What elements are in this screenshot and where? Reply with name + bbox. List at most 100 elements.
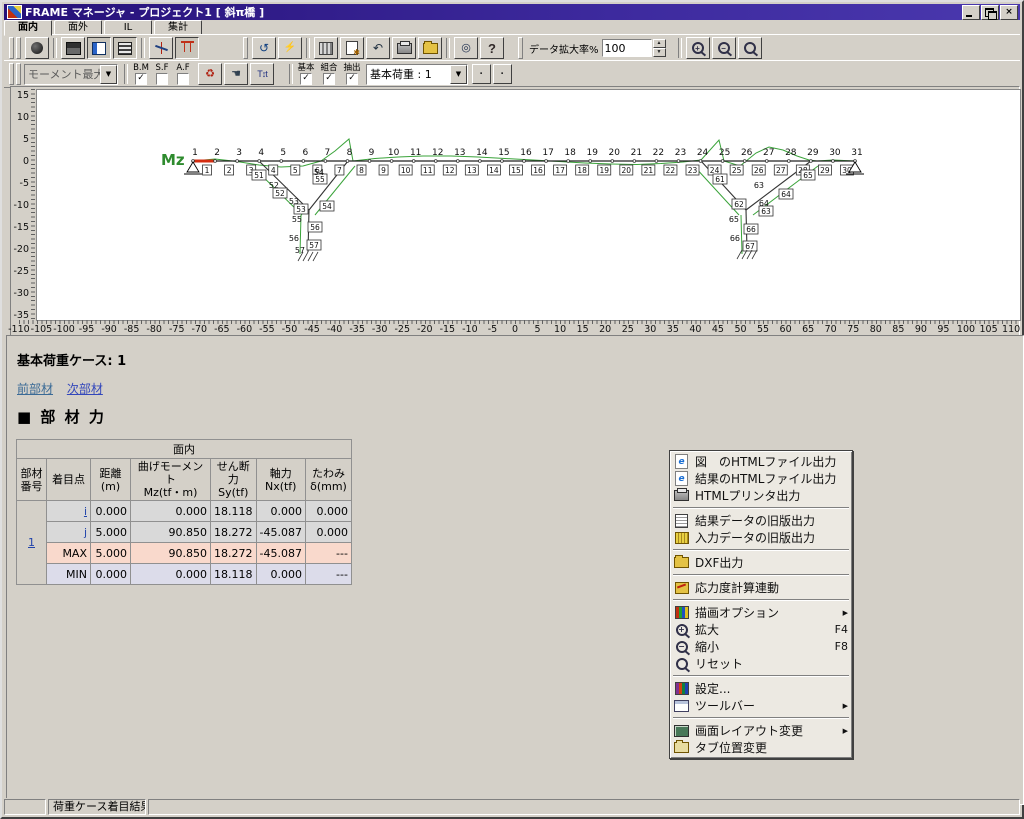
menu-item-0[interactable]: e図 のHTMLファイル出力 — [672, 453, 850, 470]
zoom-out-button[interactable]: − — [712, 37, 736, 59]
tab-面外[interactable]: 面外 — [54, 20, 102, 35]
checkbox-box[interactable] — [156, 73, 168, 85]
report-view-button[interactable] — [113, 37, 137, 59]
abacus-button[interactable] — [314, 37, 338, 59]
member-number-link[interactable]: 1 — [28, 536, 35, 549]
frame-diagram-button[interactable] — [175, 37, 199, 59]
checkbox-B.M[interactable]: B.M✓ — [131, 64, 151, 85]
close-icon[interactable]: × — [1000, 5, 1018, 20]
menu-item-1[interactable]: e結果のHTMLファイル出力 — [672, 470, 850, 487]
checkbox-組合[interactable]: 組合✓ — [319, 64, 339, 85]
chevron-down-icon[interactable]: ▼ — [450, 65, 467, 84]
minimize-icon[interactable] — [962, 5, 980, 20]
folder-button[interactable] — [418, 37, 442, 59]
value-cell: --- — [305, 564, 351, 585]
next-case-button[interactable] — [493, 64, 512, 84]
menu-item-11[interactable]: 描画オプション▶ — [672, 604, 850, 621]
doc-settings-button[interactable] — [340, 37, 364, 59]
checkbox-抽出[interactable]: 抽出✓ — [342, 64, 362, 85]
toolbar-grip[interactable] — [242, 37, 249, 59]
point-link[interactable]: i — [84, 505, 87, 518]
x-tick-label: -70 — [192, 324, 208, 335]
point-link[interactable]: j — [84, 526, 87, 539]
zoom-reset-button[interactable] — [738, 37, 762, 59]
checkbox-A.F[interactable]: A.F — [173, 64, 193, 85]
checkbox-box[interactable]: ✓ — [135, 73, 147, 85]
checkbox-box[interactable] — [177, 73, 189, 85]
svg-text:11: 11 — [410, 148, 421, 158]
help-button[interactable] — [480, 37, 504, 59]
exit-button[interactable] — [25, 37, 49, 59]
cut-section-button[interactable] — [149, 37, 173, 59]
menu-item-13[interactable]: −縮小F8 — [672, 638, 850, 655]
tab-集計[interactable]: 集計 — [154, 20, 202, 35]
prev-member-link[interactable]: 前部材 — [17, 382, 53, 396]
svg-text:27: 27 — [763, 148, 774, 158]
menu-item-7[interactable]: DXF出力 — [672, 554, 850, 571]
calc-run-button[interactable] — [278, 37, 302, 59]
checkbox-box[interactable]: ✓ — [346, 73, 358, 85]
x-tick-label: -15 — [440, 324, 456, 335]
menu-item-label: 拡大 — [695, 621, 827, 638]
x-tick-label: 70 — [825, 324, 837, 335]
chevron-down-icon[interactable]: ▼ — [100, 65, 117, 84]
restore-icon[interactable] — [981, 5, 999, 20]
printer-button[interactable] — [392, 37, 416, 59]
prev-case-button[interactable] — [472, 64, 491, 84]
tab-label: 面内 — [18, 22, 38, 33]
menu-item-4[interactable]: 結果データの旧版出力 — [672, 512, 850, 529]
submenu-arrow-icon: ▶ — [843, 702, 848, 710]
menu-item-17[interactable]: ツールバー▶ — [672, 697, 850, 714]
toolbar-grip[interactable] — [517, 37, 524, 59]
app-window: FRAME マネージャ - プロジェクト1 [ 斜π橋 ] × 面内面外IL集計… — [0, 0, 1024, 819]
result-mode-combobox[interactable]: モーメント最大 ▼ — [24, 64, 118, 85]
zoom-rate-input[interactable] — [602, 39, 652, 57]
menu-item-19[interactable]: 画面レイアウト変更▶ — [672, 722, 850, 739]
svg-text:9: 9 — [369, 148, 375, 158]
menu-item-9[interactable]: 応力度計算連動 — [672, 579, 850, 596]
checkbox-box[interactable]: ✓ — [323, 73, 335, 85]
y-tick-label: 10 — [11, 112, 29, 123]
menu-item-16[interactable]: 設定... — [672, 680, 850, 697]
svg-text:23: 23 — [688, 166, 698, 175]
next-member-link[interactable]: 次部材 — [67, 382, 103, 396]
table-view-icon — [92, 42, 106, 55]
x-tick-label: -85 — [124, 324, 140, 335]
svg-text:15: 15 — [498, 148, 509, 158]
redraw-button[interactable] — [198, 63, 222, 85]
sort-button[interactable] — [250, 63, 274, 85]
value-cell: 90.850 — [131, 543, 211, 564]
search-book-button[interactable] — [454, 37, 478, 59]
menu-item-20[interactable]: タブ位置変更 — [672, 739, 850, 756]
menu-item-14[interactable]: リセット — [672, 655, 850, 672]
svg-text:62: 62 — [734, 200, 744, 209]
moment-diagram: Mz12345678910111213141516171819202122232… — [36, 89, 1019, 319]
tab-面内[interactable]: 面内 — [4, 20, 52, 36]
sort-icon — [255, 67, 270, 81]
svg-text:6: 6 — [302, 148, 308, 158]
menu-separator — [673, 549, 849, 551]
checkbox-box[interactable]: ✓ — [300, 73, 312, 85]
svg-text:20: 20 — [622, 166, 632, 175]
reload-button[interactable] — [252, 37, 276, 59]
grid-input-icon — [674, 531, 689, 544]
checkbox-基本[interactable]: 基本✓ — [296, 64, 316, 85]
x-tick-label: 100 — [957, 324, 975, 335]
y-tick-label: 15 — [11, 90, 29, 101]
stepper-up-icon[interactable]: ▲ — [653, 39, 666, 48]
tab-IL[interactable]: IL — [104, 20, 152, 35]
menu-item-12[interactable]: +拡大F4 — [672, 621, 850, 638]
zoom-in-button[interactable]: + — [686, 37, 710, 59]
pick-button[interactable] — [224, 63, 248, 85]
zoom-rate-stepper[interactable]: ▲ ▼ — [653, 39, 666, 57]
checkbox-S.F[interactable]: S.F — [152, 64, 172, 85]
toolbar-grip[interactable] — [8, 37, 22, 59]
undo-button[interactable] — [366, 37, 390, 59]
print-preview-button[interactable] — [61, 37, 85, 59]
toolbar-grip[interactable] — [8, 63, 22, 85]
load-case-combobox[interactable]: 基本荷重 : 1 ▼ — [366, 64, 468, 85]
menu-item-5[interactable]: 入力データの旧版出力 — [672, 529, 850, 546]
table-view-button[interactable] — [87, 37, 111, 59]
menu-item-2[interactable]: HTMLプリンタ出力 — [672, 487, 850, 504]
stepper-down-icon[interactable]: ▼ — [653, 48, 666, 57]
